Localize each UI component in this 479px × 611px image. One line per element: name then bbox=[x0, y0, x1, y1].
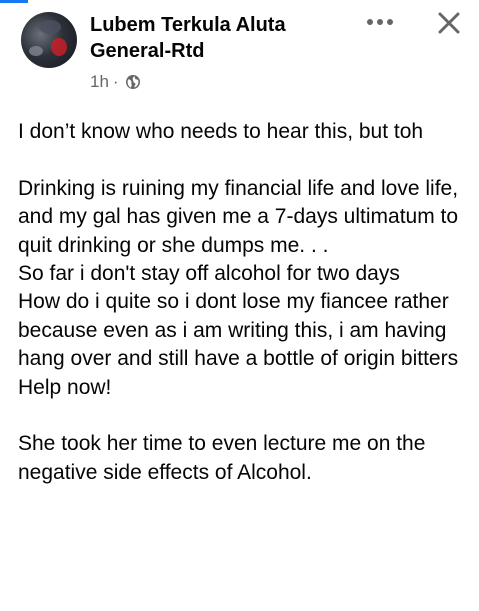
post-paragraph: I don’t know who needs to hear this, but… bbox=[18, 120, 424, 143]
globe-icon[interactable] bbox=[125, 74, 141, 90]
meta-separator: · bbox=[112, 72, 119, 91]
author-name[interactable]: Lubem Terkula Aluta General-Rtd bbox=[90, 12, 340, 64]
more-horizontal-icon bbox=[367, 19, 393, 25]
avatar-detail bbox=[39, 20, 61, 34]
post-paragraph: How do i quite so i dont lose my fiancee… bbox=[18, 290, 459, 371]
more-options-button[interactable] bbox=[362, 10, 398, 34]
avatar-detail bbox=[29, 46, 43, 56]
avatar-detail bbox=[51, 38, 67, 56]
post-paragraph: Drinking is ruining my financial life an… bbox=[18, 176, 459, 257]
close-button[interactable] bbox=[434, 8, 464, 38]
post-meta: 1h · bbox=[90, 71, 141, 93]
post-paragraph: Help now! bbox=[18, 375, 112, 399]
post-paragraph: So far i don't stay off alcohol for two … bbox=[18, 262, 400, 286]
post-text: I don’t know who needs to hear this, but… bbox=[18, 118, 473, 487]
close-icon bbox=[438, 12, 460, 34]
top-accent-bar bbox=[0, 0, 28, 3]
post-paragraph: She took her time to even lecture me on … bbox=[18, 432, 426, 484]
avatar[interactable] bbox=[21, 12, 77, 68]
post-time[interactable]: 1h bbox=[90, 72, 109, 92]
